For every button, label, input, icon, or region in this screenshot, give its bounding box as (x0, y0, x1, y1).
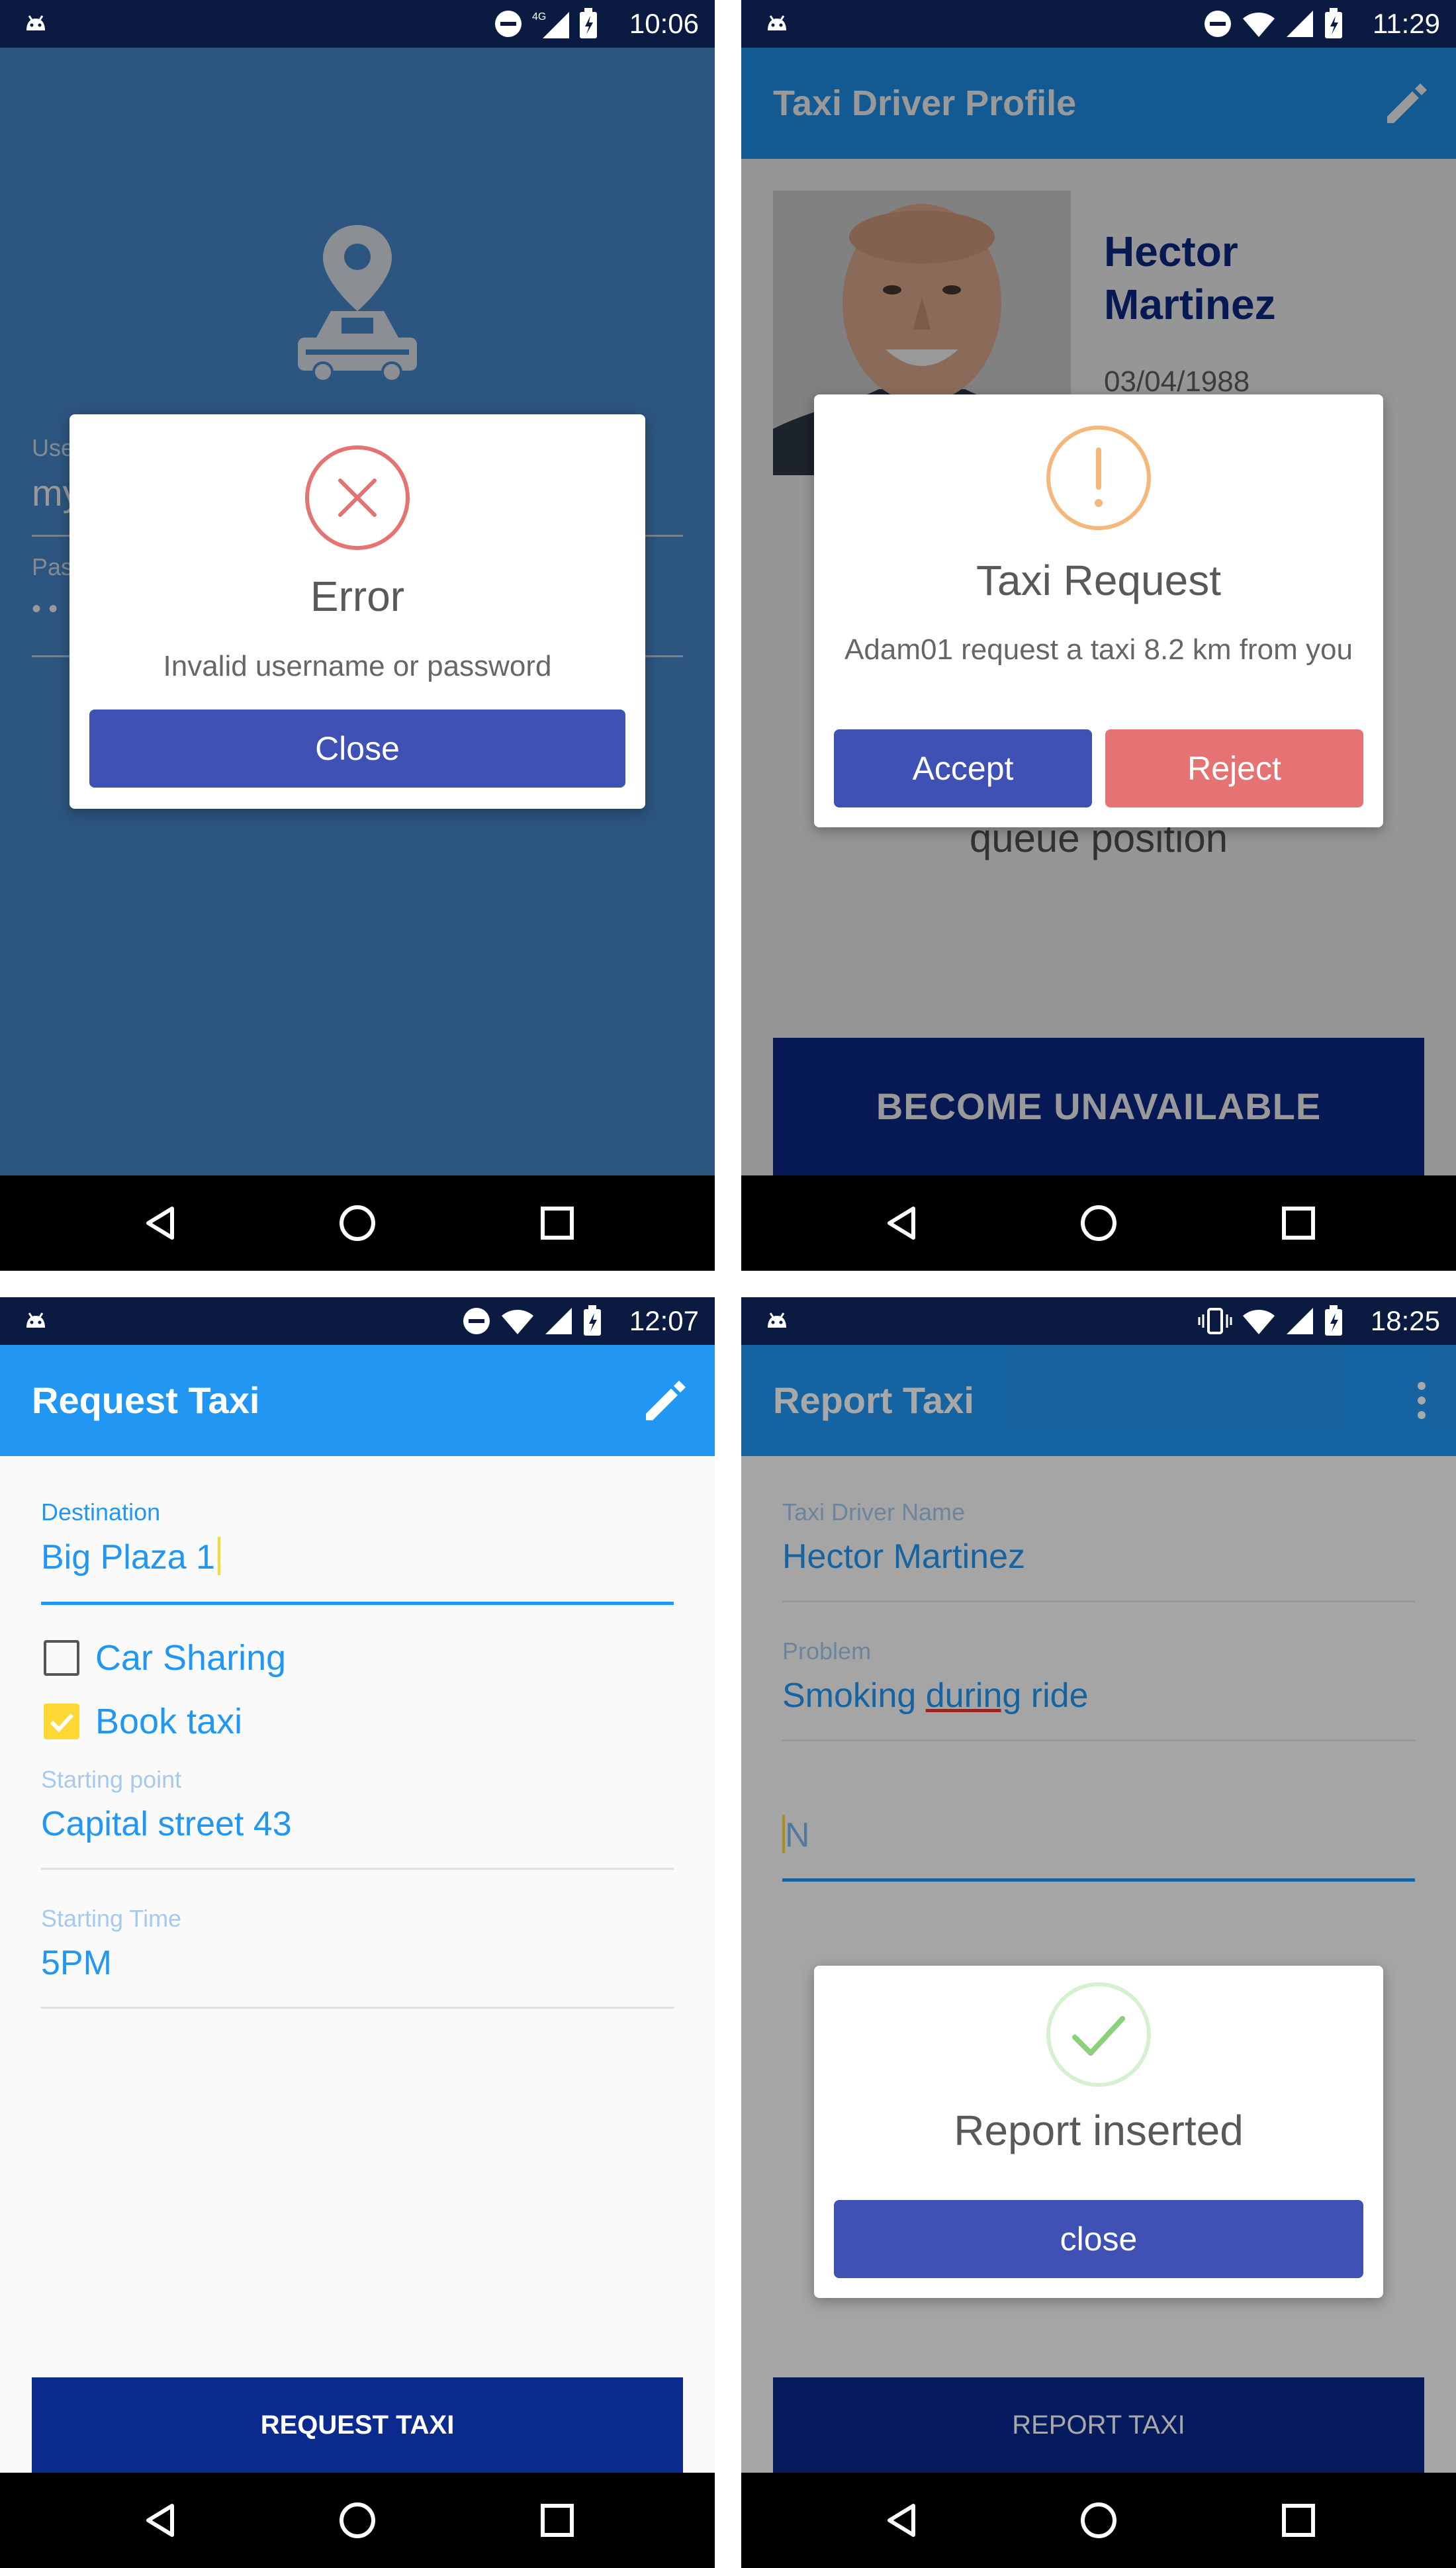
svg-text:4G: 4G (532, 11, 546, 23)
battery-icon (1325, 1305, 1342, 1336)
status-bar: 11:29 (741, 0, 1456, 48)
status-bar: 12:07 (0, 1297, 715, 1345)
warning-icon (1046, 426, 1151, 530)
dialog-title: Taxi Request (976, 557, 1221, 604)
nav-bar (741, 1175, 1456, 1271)
home-icon[interactable] (338, 1203, 377, 1243)
status-time: 10:06 (629, 8, 699, 39)
checkmark-icon (1046, 1982, 1151, 2087)
nav-bar (741, 2473, 1456, 2568)
destination-underline (41, 1602, 674, 1605)
android-icon (23, 1308, 49, 1338)
book-taxi-label[interactable]: Book taxi (95, 1701, 242, 1742)
app-bar: Request Taxi (0, 1345, 715, 1456)
home-icon[interactable] (1079, 2500, 1118, 2540)
status-icons (462, 1305, 602, 1336)
accept-button[interactable]: Accept (834, 729, 1092, 807)
dnd-icon (1205, 11, 1231, 37)
vibrate-icon (1198, 1308, 1232, 1334)
back-icon[interactable] (882, 2500, 921, 2540)
nav-bar (0, 2473, 715, 2568)
reject-button[interactable]: Reject (1105, 729, 1363, 807)
dnd-icon (495, 11, 522, 37)
edit-icon[interactable] (641, 1375, 691, 1426)
starting-time-underline (41, 2007, 674, 2009)
recents-icon[interactable] (537, 2500, 577, 2540)
dialog-message: Invalid username or password (163, 650, 552, 682)
page-title: Request Taxi (32, 1379, 260, 1421)
close-button[interactable]: Close (89, 710, 625, 788)
signal-icon (545, 1308, 572, 1334)
screen-report-taxi: Report Taxi Taxi Driver Name Hector Mart… (741, 1297, 1456, 2568)
status-icons (1203, 8, 1343, 38)
wifi-icon (1243, 13, 1275, 37)
android-icon (764, 11, 790, 40)
modal-overlay (741, 1297, 1456, 2568)
back-icon[interactable] (140, 2500, 180, 2540)
battery-icon (1325, 8, 1342, 38)
error-x-icon (305, 445, 410, 550)
screen-driver-profile: Taxi Driver Profile Hector Martinez 03/0… (741, 0, 1456, 1271)
home-icon[interactable] (1079, 1203, 1118, 1243)
android-icon (764, 1308, 790, 1338)
dialog-title: Report inserted (954, 2107, 1244, 2154)
checkbox-icon (50, 1713, 74, 1733)
back-icon[interactable] (882, 1203, 921, 1243)
destination-label: Destination (41, 1498, 161, 1526)
signal-icon (1287, 1308, 1313, 1334)
recents-icon[interactable] (1279, 1203, 1318, 1243)
status-time: 12:07 (629, 1305, 699, 1336)
dialog-message: Adam01 request a taxi 8.2 km from you (844, 633, 1353, 666)
battery-icon (584, 1305, 601, 1336)
text-cursor (218, 1537, 221, 1575)
starting-time-input[interactable]: 5PM (41, 1943, 112, 1983)
taxi-request-dialog: Taxi Request Adam01 request a taxi 8.2 k… (814, 394, 1383, 827)
starting-point-input[interactable]: Capital street 43 (41, 1804, 292, 1844)
android-icon (23, 11, 49, 40)
dnd-icon (463, 1308, 490, 1334)
recents-icon[interactable] (1279, 2500, 1318, 2540)
report-inserted-dialog: Report inserted close (814, 1966, 1383, 2298)
dialog-title: Error (310, 573, 405, 620)
lte-icon: 4G (532, 11, 569, 38)
starting-time-label: Starting Time (41, 1905, 182, 1932)
status-icons: 4G (494, 8, 598, 38)
screen-login: Use my Pas • • Error Invalid username or… (0, 0, 715, 1271)
destination-input[interactable]: Big Plaza 1 (41, 1537, 221, 1577)
back-icon[interactable] (140, 1203, 180, 1243)
status-time: 18:25 (1370, 1305, 1440, 1336)
request-taxi-button[interactable]: REQUEST TAXI (32, 2377, 683, 2473)
status-bar: 18:25 (741, 1297, 1456, 1345)
recents-icon[interactable] (537, 1203, 577, 1243)
signal-icon (1287, 11, 1313, 37)
starting-point-underline (41, 1868, 674, 1870)
screen-request-taxi: Request Taxi Destination Big Plaza 1 Car… (0, 1297, 715, 2568)
battery-icon (580, 8, 597, 38)
close-button[interactable]: close (834, 2200, 1363, 2278)
status-time: 11:29 (1373, 8, 1440, 39)
car-sharing-checkbox[interactable] (44, 1640, 79, 1676)
wifi-icon (1243, 1310, 1275, 1334)
home-icon[interactable] (338, 2500, 377, 2540)
destination-value: Big Plaza 1 (41, 1538, 216, 1577)
error-dialog: Error Invalid username or password Close (69, 414, 645, 809)
wifi-icon (502, 1310, 533, 1334)
nav-bar (0, 1175, 715, 1271)
status-icons (1198, 1305, 1343, 1336)
status-bar: 4G 10:06 (0, 0, 715, 48)
book-taxi-checkbox[interactable] (44, 1704, 79, 1739)
starting-point-label: Starting point (41, 1766, 182, 1793)
car-sharing-label[interactable]: Car Sharing (95, 1637, 286, 1678)
